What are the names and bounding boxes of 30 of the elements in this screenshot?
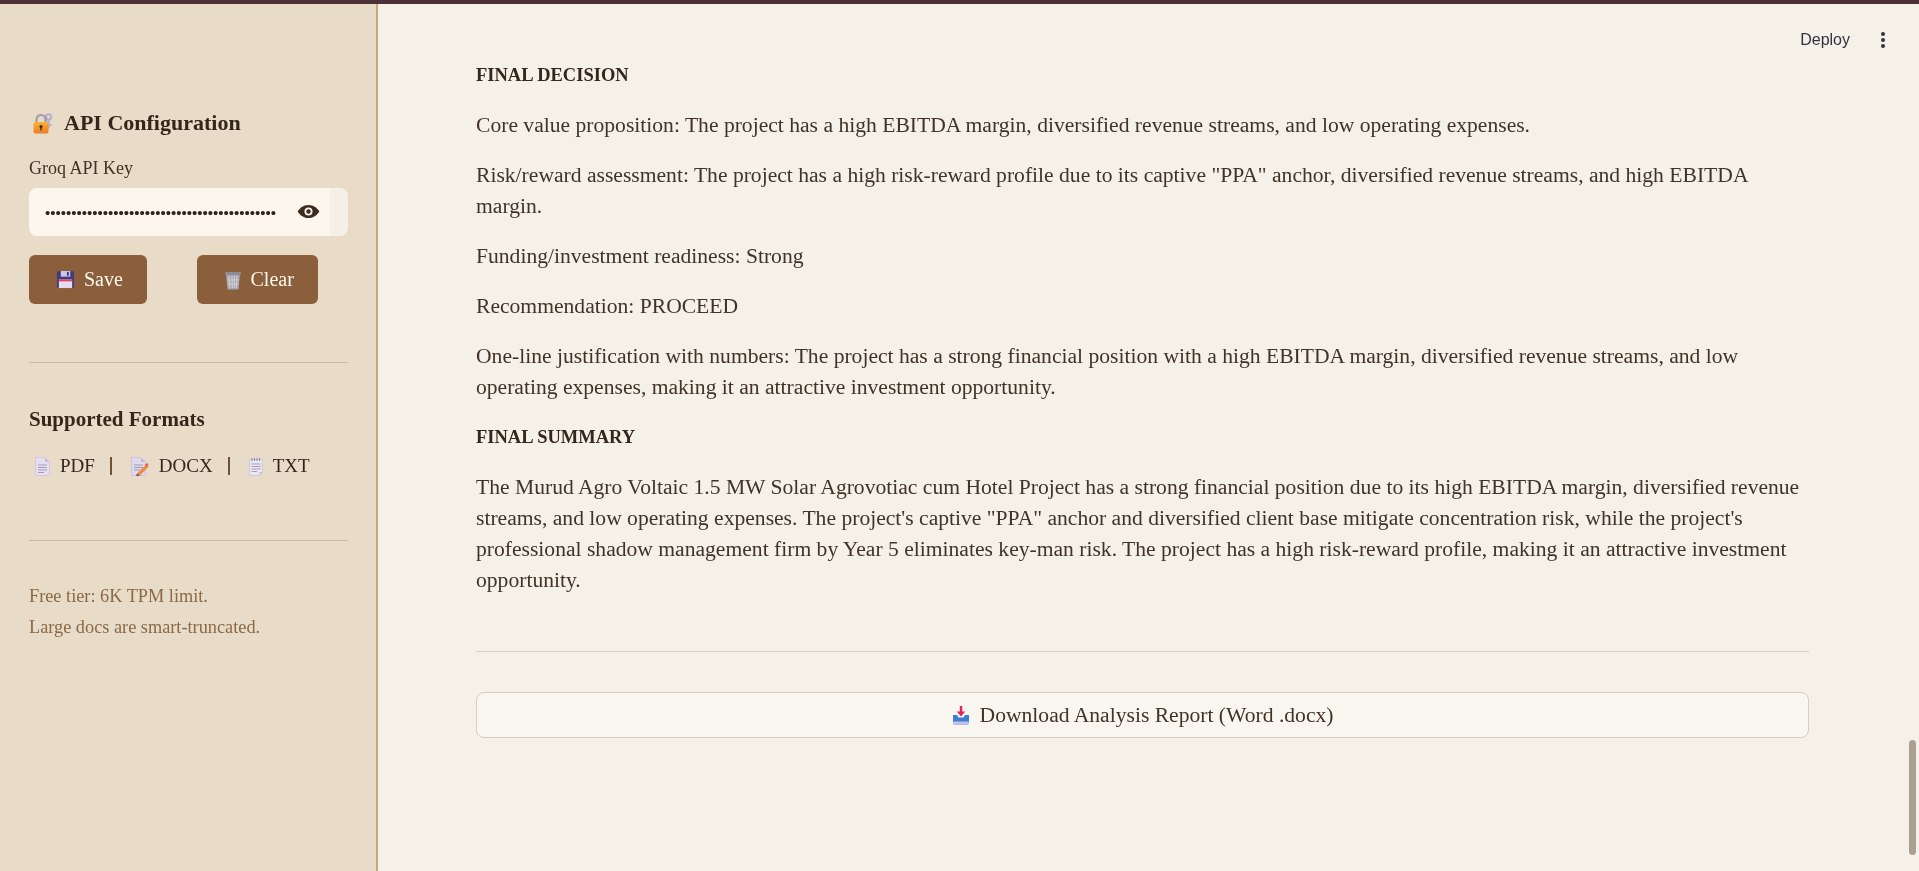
document-icon — [35, 456, 50, 476]
save-button[interactable]: Save — [29, 255, 147, 304]
report-paragraph: Core value proposition: The project has a high EBITDA margin, diversified revenue streams, and low operating expenses. — [476, 112, 1532, 139]
report-heading: FINAL DECISION — [476, 64, 630, 87]
wastebasket-icon — [223, 269, 242, 290]
more-menu-icon[interactable] — [1880, 31, 1886, 49]
sidebar-heading: API Configuration — [64, 109, 241, 137]
notepad-icon — [248, 456, 263, 476]
format-label: DOCX — [158, 454, 213, 478]
sidebar-note: Large docs are smart-truncated. — [29, 616, 262, 638]
format-label: PDF — [60, 454, 95, 478]
lock-key-icon — [32, 112, 54, 134]
report-paragraph: Funding/investment readiness: Strong — [476, 243, 805, 270]
field-label: Groq API Key — [29, 158, 134, 178]
api-key-field[interactable]: •••••••••••••••••••••••••••••••••••••••••••• — [29, 188, 348, 236]
deploy-button[interactable]: Deploy — [1792, 25, 1858, 55]
document-pencil-icon — [130, 456, 149, 476]
report-paragraph: Recommendation: PROCEED — [476, 293, 740, 320]
report-paragraph: One-line justification with numbers: The project has a strong financial position with a high EBITDA margin, diversified revenue streams, and low operating expenses, making it an attractive investment opportunity. — [476, 343, 1740, 401]
sidebar-heading: Supported Formats — [29, 406, 206, 432]
report-paragraph: Risk/reward assessment: The project has a high risk-reward profile due to its captive "PPA" anchor, diversified revenue streams, and high EBITDA margin. — [476, 162, 1749, 220]
format-label: TXT — [272, 454, 310, 478]
download-tray-icon — [951, 705, 970, 725]
report-paragraph: The Murud Agro Voltaic 1.5 MW Solar Agrovotiac cum Hotel Project has a strong financial position due to its high EBITDA margin, diversified revenue streams, and low operating expenses. The project's captive "PPA" anchor and diversified client base mitigate concentration risk, while the project's professional shadow management firm by Year 5 eliminates key-man risk. The project has a high risk-reward profile, making it an attractive investment opportunity. — [476, 474, 1801, 594]
download-button[interactable]: Download Analysis Report (Word .docx) — [476, 692, 1809, 738]
report-heading: FINAL SUMMARY — [476, 426, 637, 449]
sidebar-note: Free tier: 6K TPM limit. — [29, 585, 209, 607]
scrollbar-thumb[interactable] — [1909, 740, 1916, 855]
eye-icon[interactable] — [297, 204, 320, 219]
clear-button[interactable]: Clear — [196, 255, 318, 304]
